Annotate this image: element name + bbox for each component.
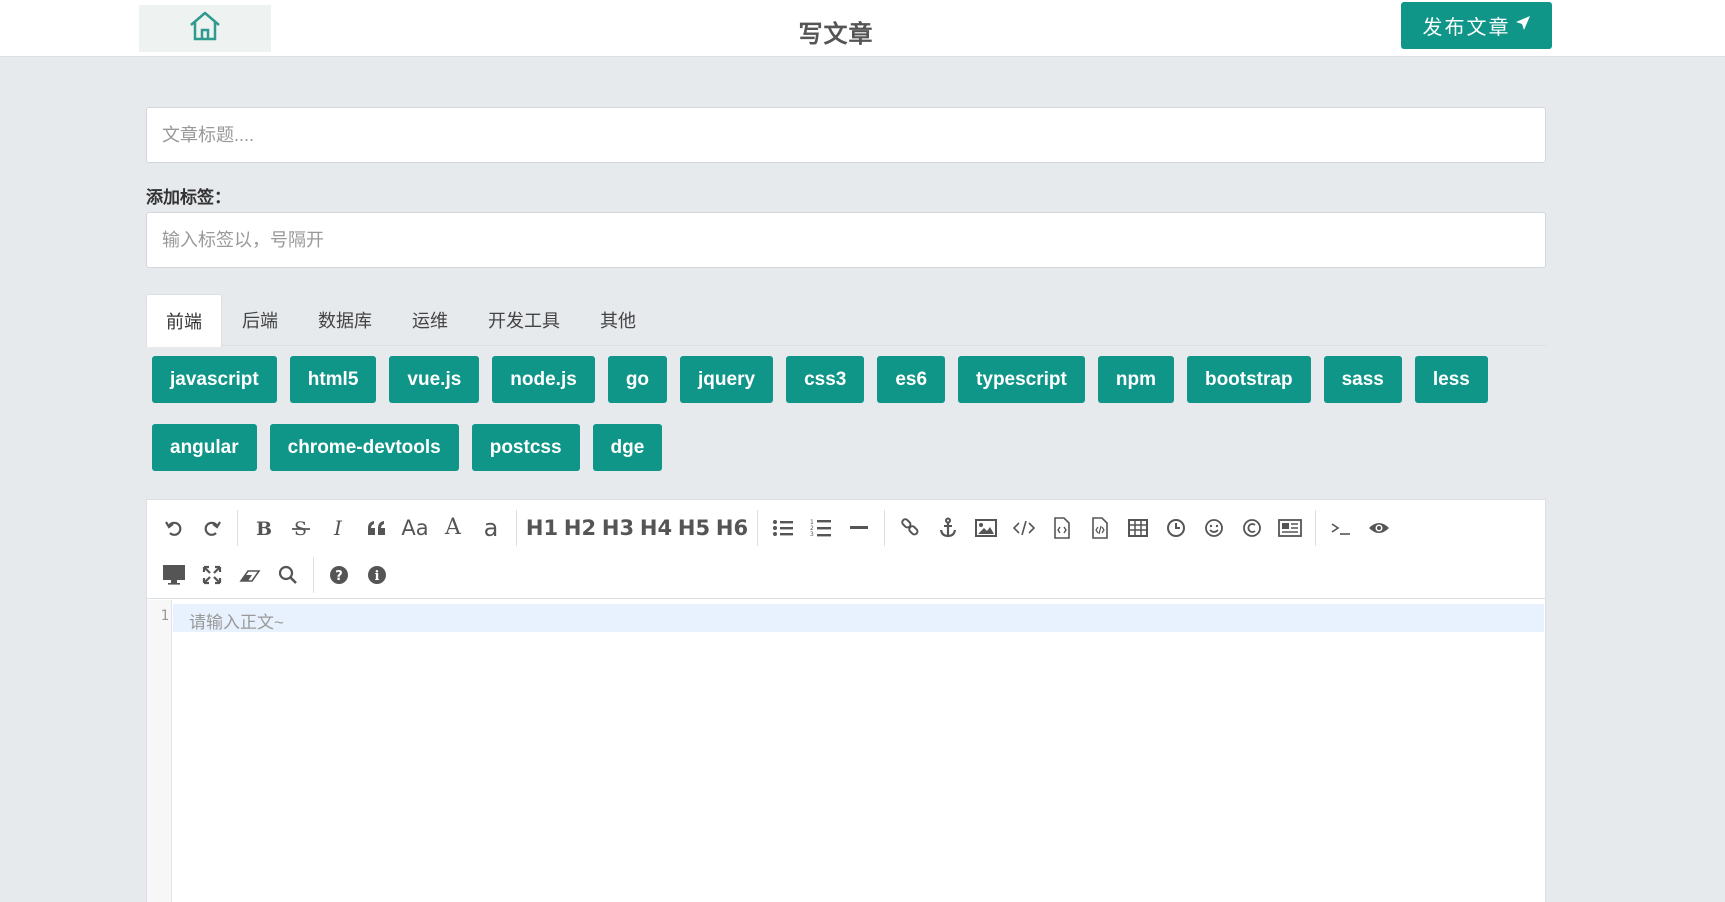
active-line-highlight	[173, 604, 1544, 632]
code-block-icon[interactable]	[1043, 508, 1081, 548]
preformatted-text-icon[interactable]	[1081, 508, 1119, 548]
toolbar-divider	[757, 509, 758, 546]
h1-button[interactable]: H1	[523, 508, 561, 548]
redo-icon[interactable]	[193, 508, 231, 548]
editor-body-placeholder[interactable]: 请输入正文~	[189, 608, 284, 633]
desktop-preview-icon[interactable]	[155, 555, 193, 595]
lowercase-icon[interactable]: a	[472, 508, 510, 548]
tab-frontend[interactable]: 前端	[146, 294, 222, 347]
svg-text:B: B	[256, 518, 272, 539]
tag-chip[interactable]: sass	[1323, 356, 1402, 403]
publish-label: 发布文章	[1422, 17, 1511, 39]
tag-chip[interactable]: less	[1414, 356, 1488, 403]
tab-backend[interactable]: 后端	[222, 293, 298, 346]
tag-chip[interactable]: npm	[1097, 356, 1174, 403]
tag-chip[interactable]: angular	[152, 424, 257, 471]
tag-chip[interactable]: css3	[786, 356, 865, 403]
uppercase-icon[interactable]: A	[434, 508, 472, 548]
svg-text:I: I	[333, 517, 343, 539]
table-icon[interactable]	[1119, 508, 1157, 548]
line-gutter	[147, 600, 172, 902]
italic-icon[interactable]: I	[320, 508, 358, 548]
article-title-input[interactable]	[146, 107, 1546, 163]
svg-text:?: ?	[335, 569, 343, 584]
toolbar-divider	[313, 556, 314, 593]
code-icon[interactable]	[1005, 508, 1043, 548]
markdown-editor: B S I Aa A a H1 H2 H3 H4 H5 H6 123 ? i 1…	[146, 499, 1546, 902]
tag-chip[interactable]: chrome-devtools	[269, 424, 459, 471]
line-number: 1	[160, 608, 169, 624]
tag-chip[interactable]: javascript	[152, 356, 277, 403]
help-icon[interactable]: ?	[320, 555, 358, 595]
unordered-list-icon[interactable]	[764, 508, 802, 548]
search-icon[interactable]	[269, 555, 307, 595]
tab-database[interactable]: 数据库	[298, 293, 392, 346]
fullscreen-icon[interactable]	[193, 555, 231, 595]
undo-icon[interactable]	[155, 508, 193, 548]
h2-button[interactable]: H2	[561, 508, 599, 548]
anchor-icon[interactable]	[929, 508, 967, 548]
h3-button[interactable]: H3	[599, 508, 637, 548]
toolbar-divider	[516, 509, 517, 546]
bold-icon[interactable]: B	[244, 508, 282, 548]
tag-chip[interactable]: vue.js	[389, 356, 480, 403]
quote-icon[interactable]	[358, 508, 396, 548]
tag-chip[interactable]: es6	[877, 356, 946, 403]
tag-label: 添加标签：	[146, 188, 231, 207]
tab-other[interactable]: 其他	[580, 293, 656, 346]
h6-button[interactable]: H6	[713, 508, 751, 548]
editor-toolbar: B S I Aa A a H1 H2 H3 H4 H5 H6 123 ? i	[147, 500, 1545, 599]
terminal-icon[interactable]	[1322, 508, 1360, 548]
toolbar-row: B S I Aa A a H1 H2 H3 H4 H5 H6 123	[155, 504, 1535, 551]
toolbar-divider	[1315, 509, 1316, 546]
tag-row: javascript html5 vue.js node.js go jquer…	[152, 356, 1552, 403]
tag-chip[interactable]: dge	[592, 424, 663, 471]
svg-text:i: i	[375, 569, 380, 584]
ordered-list-icon[interactable]: 123	[802, 508, 840, 548]
link-icon[interactable]	[891, 508, 929, 548]
tag-input[interactable]	[146, 212, 1546, 268]
toolbar-row: ? i	[155, 551, 1535, 598]
h4-button[interactable]: H4	[637, 508, 675, 548]
tag-chips: javascript html5 vue.js node.js go jquer…	[152, 356, 1552, 492]
pagebreak-icon[interactable]	[1271, 508, 1309, 548]
h5-button[interactable]: H5	[675, 508, 713, 548]
toolbar-divider	[237, 509, 238, 546]
svg-text:3: 3	[810, 531, 814, 538]
tag-row: angular chrome-devtools postcss dge	[152, 424, 1552, 471]
tag-chip[interactable]: jquery	[680, 356, 774, 403]
uppercase-toggle-icon[interactable]: Aa	[396, 508, 434, 548]
category-tabs: 前端 后端 数据库 运维 开发工具 其他	[146, 293, 1546, 347]
toolbar-divider	[884, 509, 885, 546]
send-icon	[1511, 14, 1531, 37]
publish-button[interactable]: 发布文章	[1401, 2, 1552, 49]
tab-devtools[interactable]: 开发工具	[468, 293, 580, 346]
tag-chip[interactable]: go	[607, 356, 668, 403]
horizontal-rule-icon[interactable]	[840, 508, 878, 548]
tag-chip[interactable]: typescript	[958, 356, 1085, 403]
top-bar: 写文章 发布文章	[0, 0, 1725, 57]
tag-chip[interactable]: html5	[289, 356, 377, 403]
html-entities-icon[interactable]	[1233, 508, 1271, 548]
datetime-icon[interactable]	[1157, 508, 1195, 548]
eraser-icon[interactable]	[231, 555, 269, 595]
info-icon[interactable]: i	[358, 555, 396, 595]
image-icon[interactable]	[967, 508, 1005, 548]
tag-chip[interactable]: node.js	[492, 356, 595, 403]
tag-chip[interactable]: bootstrap	[1186, 356, 1311, 403]
tag-chip[interactable]: postcss	[471, 424, 580, 471]
emoji-icon[interactable]	[1195, 508, 1233, 548]
tab-ops[interactable]: 运维	[392, 293, 468, 346]
strikethrough-icon[interactable]: S	[282, 508, 320, 548]
preview-icon[interactable]	[1360, 508, 1398, 548]
